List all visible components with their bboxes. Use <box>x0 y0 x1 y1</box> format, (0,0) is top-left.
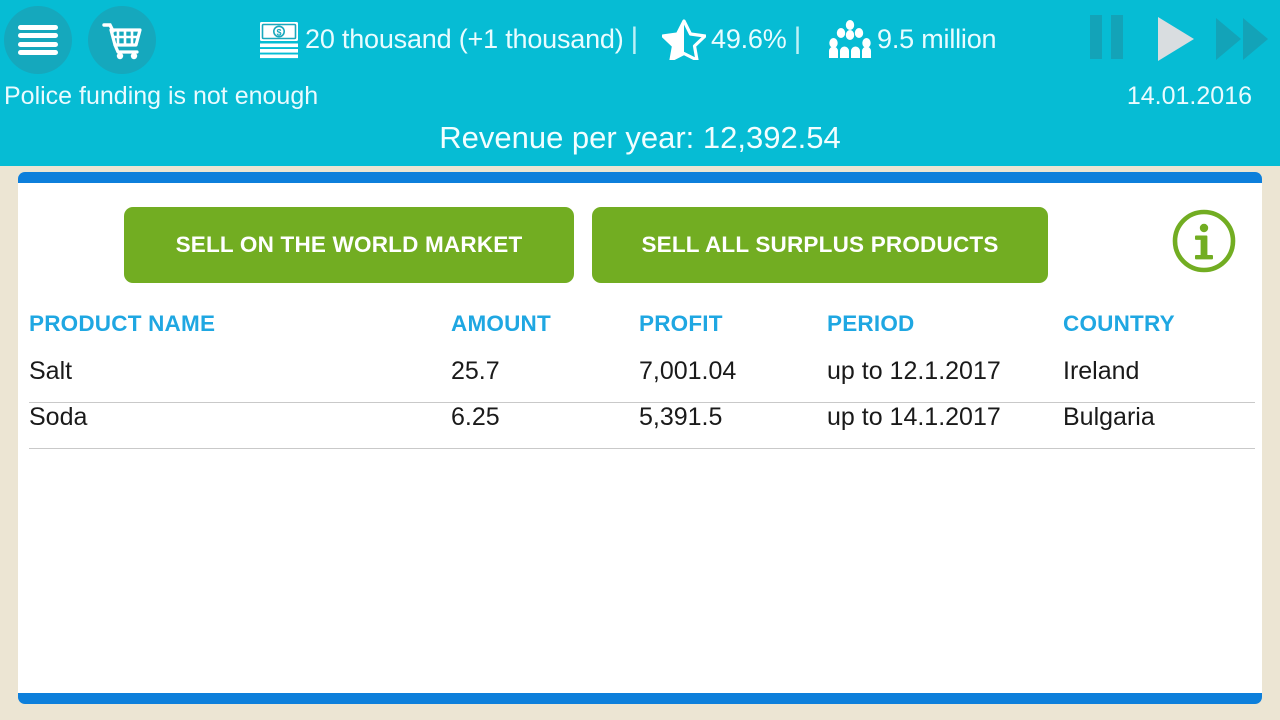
cell-amount: 25.7 <box>451 357 500 385</box>
approval-value: 49.6% <box>711 23 787 54</box>
population-stat: 9.5 million <box>828 16 997 62</box>
menu-button[interactable] <box>4 6 72 74</box>
people-group-icon <box>828 19 872 59</box>
column-header-product-name: PRODUCT NAME <box>29 311 216 336</box>
population-value: 9.5 million <box>877 23 997 54</box>
top-status-bar: $ 20 thousand (+1 thousand) | 49.6% | 9.… <box>0 0 1280 166</box>
trade-panel: SELL ON THE WORLD MARKET SELL ALL SURPLU… <box>18 172 1262 704</box>
fast-forward-button[interactable] <box>1212 12 1274 66</box>
column-header-amount: AMOUNT <box>451 311 551 336</box>
stat-divider: | <box>630 22 639 55</box>
column-header-country: COUNTRY <box>1063 311 1175 336</box>
table-row[interactable]: Salt 25.7 7,001.04 up to 12.1.2017 Irela… <box>29 357 1255 403</box>
cell-product-name: Salt <box>29 357 73 385</box>
cell-period: up to 12.1.2017 <box>827 357 1001 385</box>
sell-on-world-market-button[interactable]: SELL ON THE WORLD MARKET <box>124 207 574 283</box>
play-icon <box>1158 17 1194 61</box>
alert-row: Police funding is not enough 14.01.2016 <box>0 78 1280 120</box>
approval-stat: 49.6% | <box>662 16 808 62</box>
money-stat: $ 20 thousand (+1 thousand) | <box>258 16 645 62</box>
svg-text:$: $ <box>276 27 281 37</box>
info-circle-icon[interactable] <box>1170 207 1238 275</box>
cell-profit: 7,001.04 <box>639 357 737 385</box>
game-date: 14.01.2016 <box>1126 82 1252 110</box>
revenue-per-year-label: Revenue per year: 12,392.54 <box>439 120 841 155</box>
money-banknote-icon: $ <box>258 19 300 59</box>
cell-profit: 5,391.5 <box>639 403 723 431</box>
pause-button[interactable] <box>1080 12 1132 66</box>
column-header-profit: PROFIT <box>639 311 723 336</box>
cell-country: Ireland <box>1063 357 1140 385</box>
shopping-cart-icon <box>102 23 142 60</box>
sell-all-surplus-products-button[interactable]: SELL ALL SURPLUS PRODUCTS <box>592 207 1048 283</box>
cell-amount: 6.25 <box>451 403 500 431</box>
panel-actions: SELL ON THE WORLD MARKET SELL ALL SURPLU… <box>18 207 1262 293</box>
alert-message: Police funding is not enough <box>4 82 319 110</box>
status-row: $ 20 thousand (+1 thousand) | 49.6% | 9.… <box>0 0 1280 78</box>
half-star-icon <box>662 18 706 60</box>
cell-product-name: Soda <box>29 403 88 431</box>
column-header-period: PERIOD <box>827 311 915 336</box>
play-button[interactable] <box>1146 12 1204 66</box>
cell-period: up to 14.1.2017 <box>827 403 1001 431</box>
money-value: 20 thousand (+1 thousand) <box>305 23 624 54</box>
stat-divider-2: | <box>793 22 802 55</box>
fast-forward-icon <box>1216 18 1268 60</box>
cart-button[interactable] <box>88 6 156 74</box>
table-header-row: PRODUCT NAME AMOUNT PROFIT PERIOD COUNTR… <box>29 311 1255 357</box>
products-table: PRODUCT NAME AMOUNT PROFIT PERIOD COUNTR… <box>29 311 1255 449</box>
hamburger-menu-icon <box>18 21 58 59</box>
cell-country: Bulgaria <box>1063 403 1155 431</box>
table-row[interactable]: Soda 6.25 5,391.5 up to 14.1.2017 Bulgar… <box>29 403 1255 449</box>
pause-icon <box>1089 14 1123 64</box>
